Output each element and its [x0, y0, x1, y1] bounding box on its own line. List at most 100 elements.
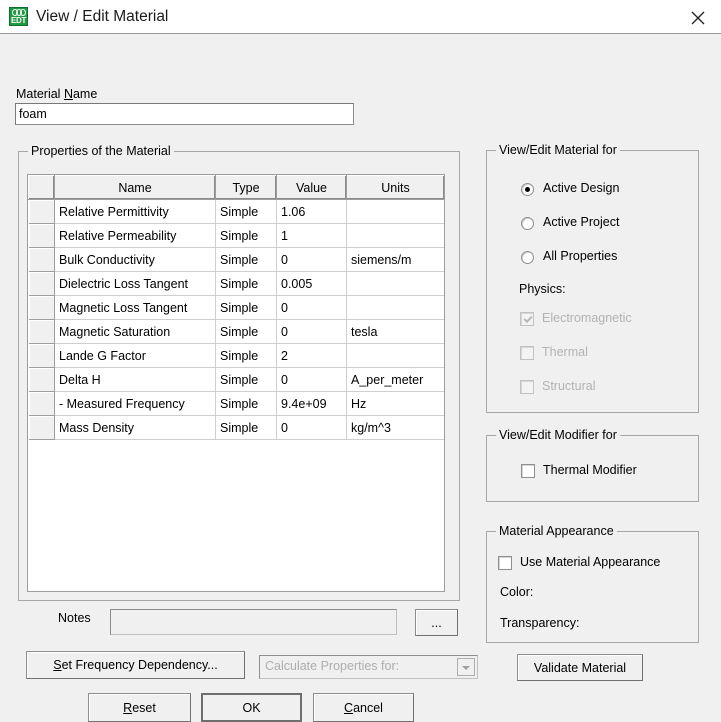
table-row[interactable]: Bulk Conductivity Simple 0 siemens/m — [28, 247, 444, 272]
table-row[interactable]: - Measured Frequency Simple 9.4e+09 Hz — [28, 391, 444, 416]
row-select-cell[interactable] — [28, 295, 55, 320]
table-filler-row — [28, 439, 444, 591]
notes-browse-button[interactable]: ... — [415, 609, 458, 636]
cell-name[interactable]: Mass Density — [54, 415, 216, 440]
column-header-type[interactable]: Type — [215, 175, 277, 200]
row-select-cell[interactable] — [28, 391, 55, 416]
table-row[interactable]: Delta H Simple 0 A_per_meter — [28, 367, 444, 392]
checkbox-use-material-appearance-label: Use Material Appearance — [520, 555, 661, 569]
cell-units[interactable] — [346, 343, 444, 368]
cell-type[interactable]: Simple — [215, 247, 277, 272]
cell-type[interactable]: Simple — [215, 343, 277, 368]
table-row[interactable]: Magnetic Loss Tangent Simple 0 — [28, 295, 444, 320]
cell-value[interactable]: 1.06 — [276, 199, 347, 224]
radio-active-project-indicator — [521, 217, 534, 230]
radio-active-design-label: Active Design — [543, 181, 620, 195]
validate-material-button[interactable]: Validate Material — [517, 654, 643, 681]
row-select-cell[interactable] — [28, 223, 55, 248]
properties-group-title: Properties of the Material — [28, 144, 174, 158]
cell-units[interactable] — [346, 271, 444, 296]
table-header-row: Name Type Value Units — [28, 175, 444, 200]
table-row[interactable]: Mass Density Simple 0 kg/m^3 — [28, 415, 444, 440]
cell-units[interactable] — [346, 295, 444, 320]
view-edit-modifier-for-title: View/Edit Modifier for — [496, 428, 620, 442]
cell-name[interactable]: Magnetic Loss Tangent — [54, 295, 216, 320]
title-bar: EDT View / Edit Material — [0, 0, 721, 34]
cell-value[interactable]: 0.005 — [276, 271, 347, 296]
physics-label: Physics: — [519, 282, 566, 296]
cell-type[interactable]: Simple — [215, 391, 277, 416]
row-select-cell[interactable] — [28, 415, 55, 440]
properties-table: Name Type Value Units Relative Permittiv… — [28, 175, 444, 591]
reset-button[interactable]: Reset — [88, 693, 191, 722]
row-select-cell[interactable] — [28, 367, 55, 392]
cell-type[interactable]: Simple — [215, 223, 277, 248]
material-name-input[interactable] — [15, 103, 354, 125]
set-frequency-dependency-button[interactable]: Set Frequency Dependency... — [26, 651, 245, 679]
set-frequency-rest: et Frequency Dependency... — [61, 658, 218, 672]
radio-all-properties-indicator — [521, 251, 534, 264]
table-row[interactable]: Relative Permeability Simple 1 — [28, 223, 444, 248]
table-row[interactable]: Magnetic Saturation Simple 0 tesla — [28, 319, 444, 344]
row-select-cell[interactable] — [28, 199, 55, 224]
calculate-properties-for-combo[interactable]: Calculate Properties for: — [259, 655, 478, 679]
cell-value[interactable]: 0 — [276, 295, 347, 320]
cell-units[interactable] — [346, 199, 444, 224]
properties-table-container[interactable]: Name Type Value Units Relative Permittiv… — [27, 174, 445, 592]
cell-type[interactable]: Simple — [215, 271, 277, 296]
cell-type[interactable]: Simple — [215, 199, 277, 224]
chevron-down-icon[interactable] — [457, 658, 475, 676]
table-row[interactable]: Lande G Factor Simple 2 — [28, 343, 444, 368]
cell-name[interactable]: Relative Permeability — [54, 223, 216, 248]
cell-value[interactable]: 0 — [276, 247, 347, 272]
cell-type[interactable]: Simple — [215, 295, 277, 320]
column-header-units[interactable]: Units — [346, 175, 444, 200]
cell-value[interactable]: 0 — [276, 319, 347, 344]
view-edit-material-dialog: EDT View / Edit Material Material Name P… — [0, 0, 721, 722]
cell-name[interactable]: Relative Permittivity — [54, 199, 216, 224]
checkbox-thermal-label: Thermal — [542, 345, 588, 359]
cell-type[interactable]: Simple — [215, 319, 277, 344]
cell-type[interactable]: Simple — [215, 415, 277, 440]
cell-name[interactable]: Delta H — [54, 367, 216, 392]
cancel-button[interactable]: Cancel — [313, 693, 414, 722]
cell-type[interactable]: Simple — [215, 367, 277, 392]
cell-units[interactable]: tesla — [346, 319, 444, 344]
reset-rest: eset — [132, 700, 156, 715]
row-select-cell[interactable] — [28, 271, 55, 296]
table-row[interactable]: Relative Permittivity Simple 1.06 — [28, 199, 444, 224]
cell-name[interactable]: Bulk Conductivity — [54, 247, 216, 272]
row-select-cell[interactable] — [28, 319, 55, 344]
row-select-cell[interactable] — [28, 247, 55, 272]
notes-input[interactable] — [110, 609, 397, 635]
cell-value[interactable]: 2 — [276, 343, 347, 368]
column-header-name[interactable]: Name — [54, 175, 216, 200]
checkbox-thermal-modifier-indicator — [521, 464, 535, 478]
cell-value[interactable]: 0 — [276, 415, 347, 440]
checkbox-electromagnetic-label: Electromagnetic — [542, 311, 632, 325]
ok-button[interactable]: OK — [201, 693, 302, 722]
set-frequency-accel: S — [53, 658, 62, 672]
cell-value[interactable]: 1 — [276, 223, 347, 248]
cell-name[interactable]: Lande G Factor — [54, 343, 216, 368]
ok-post: K — [252, 700, 261, 715]
properties-side-strip — [464, 151, 478, 601]
cell-units[interactable]: siemens/m — [346, 247, 444, 272]
cell-units[interactable]: A_per_meter — [346, 367, 444, 392]
cell-name[interactable]: Magnetic Saturation — [54, 319, 216, 344]
row-select-cell[interactable] — [28, 343, 55, 368]
cell-name[interactable]: Dielectric Loss Tangent — [54, 271, 216, 296]
cell-value[interactable]: 9.4e+09 — [276, 391, 347, 416]
cell-value[interactable]: 0 — [276, 367, 347, 392]
cell-units[interactable] — [346, 223, 444, 248]
column-header-select[interactable] — [28, 175, 55, 200]
close-icon — [691, 11, 705, 25]
view-edit-material-for-title: View/Edit Material for — [496, 143, 620, 157]
cell-name[interactable]: - Measured Frequency — [54, 391, 216, 416]
cell-units[interactable]: kg/m^3 — [346, 415, 444, 440]
column-header-value[interactable]: Value — [276, 175, 347, 200]
cell-units[interactable]: Hz — [346, 391, 444, 416]
properties-table-head: Name Type Value Units — [28, 175, 444, 200]
table-row[interactable]: Dielectric Loss Tangent Simple 0.005 — [28, 271, 444, 296]
close-button[interactable] — [675, 0, 721, 33]
